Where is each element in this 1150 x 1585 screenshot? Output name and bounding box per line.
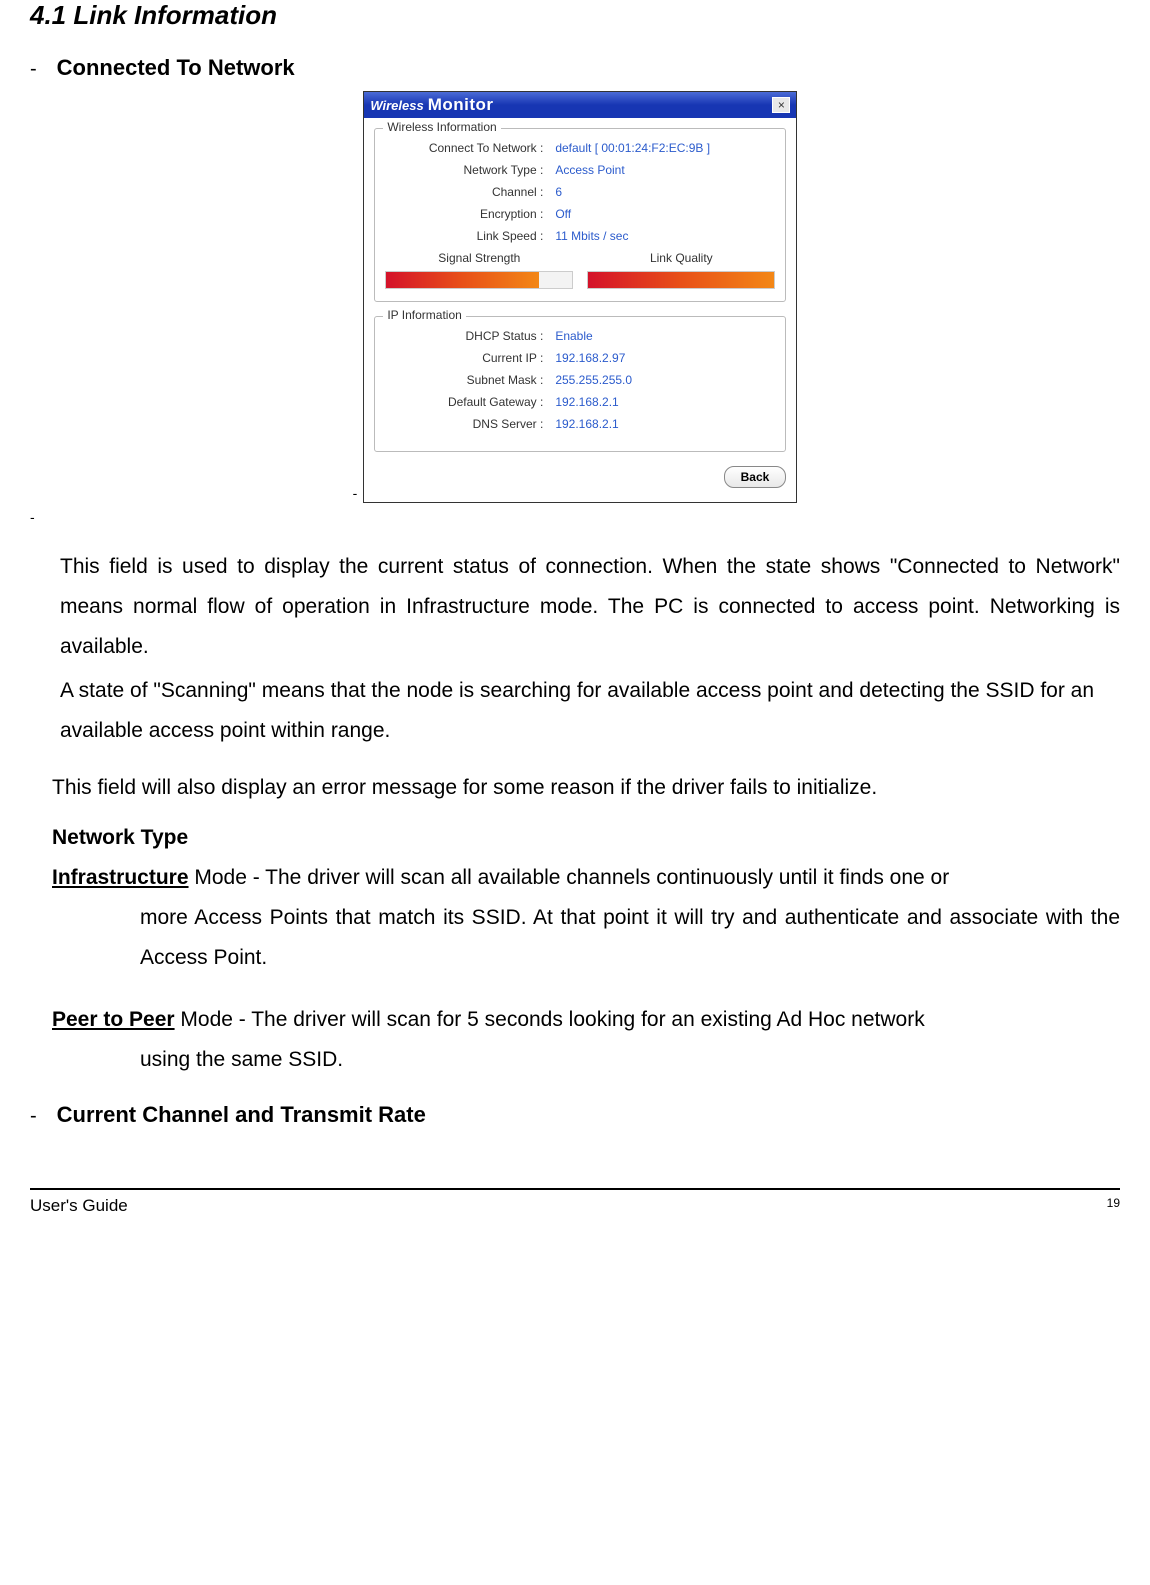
- titlebar: Wireless Monitor ×: [364, 92, 796, 118]
- gateway-row: Default Gateway : 192.168.2.1: [385, 395, 775, 409]
- encryption-value: Off: [555, 207, 571, 221]
- infrastructure-block: Infrastructure Mode - The driver will sc…: [30, 858, 1120, 978]
- channel-value: 6: [555, 185, 562, 199]
- current-channel-bullet: - Current Channel and Transmit Rate: [30, 1102, 1120, 1138]
- type-row: Network Type : Access Point: [385, 163, 775, 177]
- peer-text-cont: using the same SSID.: [30, 1040, 1120, 1080]
- wireless-info-fieldset: Wireless Information Connect To Network …: [374, 128, 786, 302]
- link-quality-label: Link Quality: [587, 251, 775, 265]
- gateway-label: Default Gateway :: [385, 395, 555, 409]
- title-monitor: Monitor: [428, 95, 494, 115]
- channel-row: Channel : 6: [385, 185, 775, 199]
- wireless-monitor-window: Wireless Monitor × Wireless Information …: [363, 91, 797, 503]
- signal-strength-group: Signal Strength: [385, 251, 573, 289]
- dhcp-row: DHCP Status : Enable: [385, 329, 775, 343]
- type-label: Network Type :: [385, 163, 555, 177]
- screenshot-container: - Wireless Monitor × Wireless Informatio…: [30, 91, 1120, 503]
- infrastructure-text-cont: more Access Points that match its SSID. …: [30, 898, 1120, 978]
- section-heading: 4.1 Link Information: [30, 0, 1120, 31]
- dash-icon: -: [30, 58, 37, 81]
- lone-dash: -: [30, 509, 1120, 525]
- mask-label: Subnet Mask :: [385, 373, 555, 387]
- paragraph-3: This field will also display an error me…: [30, 768, 1120, 808]
- title-wireless: Wireless: [370, 98, 423, 113]
- dns-row: DNS Server : 192.168.2.1: [385, 417, 775, 431]
- ip-label: Current IP :: [385, 351, 555, 365]
- connect-label: Connect To Network :: [385, 141, 555, 155]
- signal-strength-label: Signal Strength: [385, 251, 573, 265]
- screenshot-dash: -: [353, 485, 358, 501]
- channel-label: Channel :: [385, 185, 555, 199]
- footer-divider: [30, 1188, 1120, 1190]
- link-quality-bar: [587, 271, 775, 289]
- dhcp-value: Enable: [555, 329, 592, 343]
- infrastructure-mode-name: Infrastructure: [52, 866, 189, 889]
- link-quality-fill: [588, 272, 774, 288]
- dns-value: 192.168.2.1: [555, 417, 618, 431]
- network-type-heading: Network Type: [30, 826, 1120, 850]
- type-value: Access Point: [555, 163, 624, 177]
- page-footer: User's Guide 19: [30, 1188, 1120, 1216]
- mask-value: 255.255.255.0: [555, 373, 632, 387]
- connected-bullet: - Connected To Network: [30, 55, 1120, 91]
- peer-mode-name: Peer to Peer: [52, 1008, 175, 1031]
- peer-block: Peer to Peer Mode - The driver will scan…: [30, 1000, 1120, 1080]
- window-body: Wireless Information Connect To Network …: [364, 118, 796, 502]
- paragraph-2: A state of "Scanning" means that the nod…: [30, 671, 1120, 751]
- gateway-value: 192.168.2.1: [555, 395, 618, 409]
- link-quality-group: Link Quality: [587, 251, 775, 289]
- infrastructure-text-first: Mode - The driver will scan all availabl…: [189, 866, 950, 889]
- ip-value: 192.168.2.97: [555, 351, 625, 365]
- signal-strength-bar: [385, 271, 573, 289]
- window-footer: Back: [374, 466, 786, 492]
- ip-info-fieldset: IP Information DHCP Status : Enable Curr…: [374, 316, 786, 452]
- window-title: Wireless Monitor: [370, 95, 493, 115]
- encryption-row: Encryption : Off: [385, 207, 775, 221]
- speed-label: Link Speed :: [385, 229, 555, 243]
- connect-row: Connect To Network : default [ 00:01:24:…: [385, 141, 775, 155]
- close-button[interactable]: ×: [772, 97, 790, 113]
- speed-row: Link Speed : 11 Mbits / sec: [385, 229, 775, 243]
- current-channel-heading: Current Channel and Transmit Rate: [57, 1102, 426, 1128]
- wireless-info-legend: Wireless Information: [383, 120, 500, 134]
- connected-heading: Connected To Network: [57, 55, 295, 81]
- bars-section: Signal Strength Link Quality: [385, 251, 775, 289]
- signal-strength-fill: [386, 272, 539, 288]
- connect-value: default [ 00:01:24:F2:EC:9B ]: [555, 141, 710, 155]
- encryption-label: Encryption :: [385, 207, 555, 221]
- ip-row: Current IP : 192.168.2.97: [385, 351, 775, 365]
- peer-text-first: Mode - The driver will scan for 5 second…: [175, 1008, 925, 1031]
- ip-info-legend: IP Information: [383, 308, 465, 322]
- dhcp-label: DHCP Status :: [385, 329, 555, 343]
- dash-icon-2: -: [30, 1105, 37, 1128]
- footer-left: User's Guide: [30, 1196, 128, 1216]
- paragraph-1: This field is used to display the curren…: [30, 547, 1120, 667]
- speed-value: 11 Mbits / sec: [555, 229, 628, 243]
- dns-label: DNS Server :: [385, 417, 555, 431]
- back-button[interactable]: Back: [724, 466, 787, 488]
- mask-row: Subnet Mask : 255.255.255.0: [385, 373, 775, 387]
- page-number: 19: [1107, 1196, 1120, 1216]
